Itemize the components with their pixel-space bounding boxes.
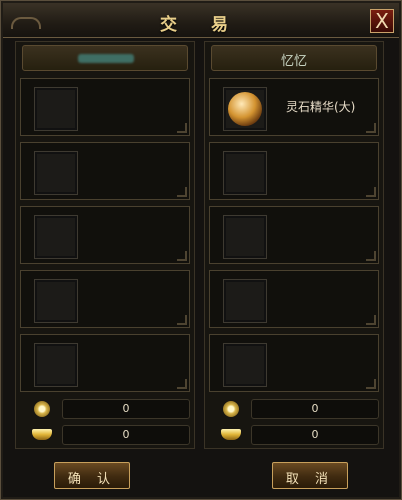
close-button[interactable]: X (370, 9, 394, 33)
close-icon: X (375, 9, 389, 33)
item-name: 灵石精华(大) (286, 100, 356, 114)
my-trade-panel: 0 0 (15, 41, 195, 449)
window-title: 交 易 (160, 15, 242, 35)
partner-trade-panel: 忆忆 灵石精华(大) 0 0 (204, 41, 384, 449)
coin-icon (223, 401, 239, 417)
partner-yuanbao-field: 0 (251, 425, 379, 445)
my-slot-4[interactable] (20, 270, 190, 328)
item-cell[interactable] (223, 151, 267, 195)
my-slot-5[interactable] (20, 334, 190, 392)
partner-slot-4[interactable] (209, 270, 379, 328)
partner-yuanbao-row: 0 (209, 424, 379, 446)
item-cell[interactable] (223, 343, 267, 387)
my-slot-1[interactable] (20, 78, 190, 136)
my-yuanbao-row: 0 (20, 424, 190, 446)
my-gold-field[interactable]: 0 (62, 399, 190, 419)
spirit-stone-essence-icon[interactable] (228, 92, 262, 126)
item-cell[interactable] (223, 87, 267, 131)
partner-slot-3[interactable] (209, 206, 379, 264)
my-name-blurred (78, 54, 134, 63)
gold-ingot-icon (32, 429, 52, 440)
item-cell[interactable] (34, 279, 78, 323)
item-cell[interactable] (223, 279, 267, 323)
partner-gold-row: 0 (209, 398, 379, 420)
partner-name: 忆忆 (280, 54, 307, 69)
item-cell[interactable] (34, 87, 78, 131)
partner-slot-5[interactable] (209, 334, 379, 392)
item-cell[interactable] (34, 343, 78, 387)
my-slot-3[interactable] (20, 206, 190, 264)
my-slot-2[interactable] (20, 142, 190, 200)
partner-slot-1[interactable]: 灵石精华(大) (209, 78, 379, 136)
title-bar[interactable]: 交 易 X (3, 3, 399, 38)
item-cell[interactable] (34, 215, 78, 259)
trade-window: 交 易 X 0 0 忆忆 灵石精华(大) 0 0 确 认 取 消 (0, 0, 402, 500)
partner-slot-2[interactable] (209, 142, 379, 200)
item-cell[interactable] (223, 215, 267, 259)
item-cell[interactable] (34, 151, 78, 195)
coin-icon (34, 401, 50, 417)
confirm-button[interactable]: 确 认 (54, 462, 130, 489)
cancel-button[interactable]: 取 消 (272, 462, 348, 489)
gold-ingot-icon (221, 429, 241, 440)
my-name-header (22, 45, 188, 71)
partner-name-header: 忆忆 (211, 45, 377, 71)
partner-gold-field: 0 (251, 399, 379, 419)
my-yuanbao-field[interactable]: 0 (62, 425, 190, 445)
my-gold-row: 0 (20, 398, 190, 420)
